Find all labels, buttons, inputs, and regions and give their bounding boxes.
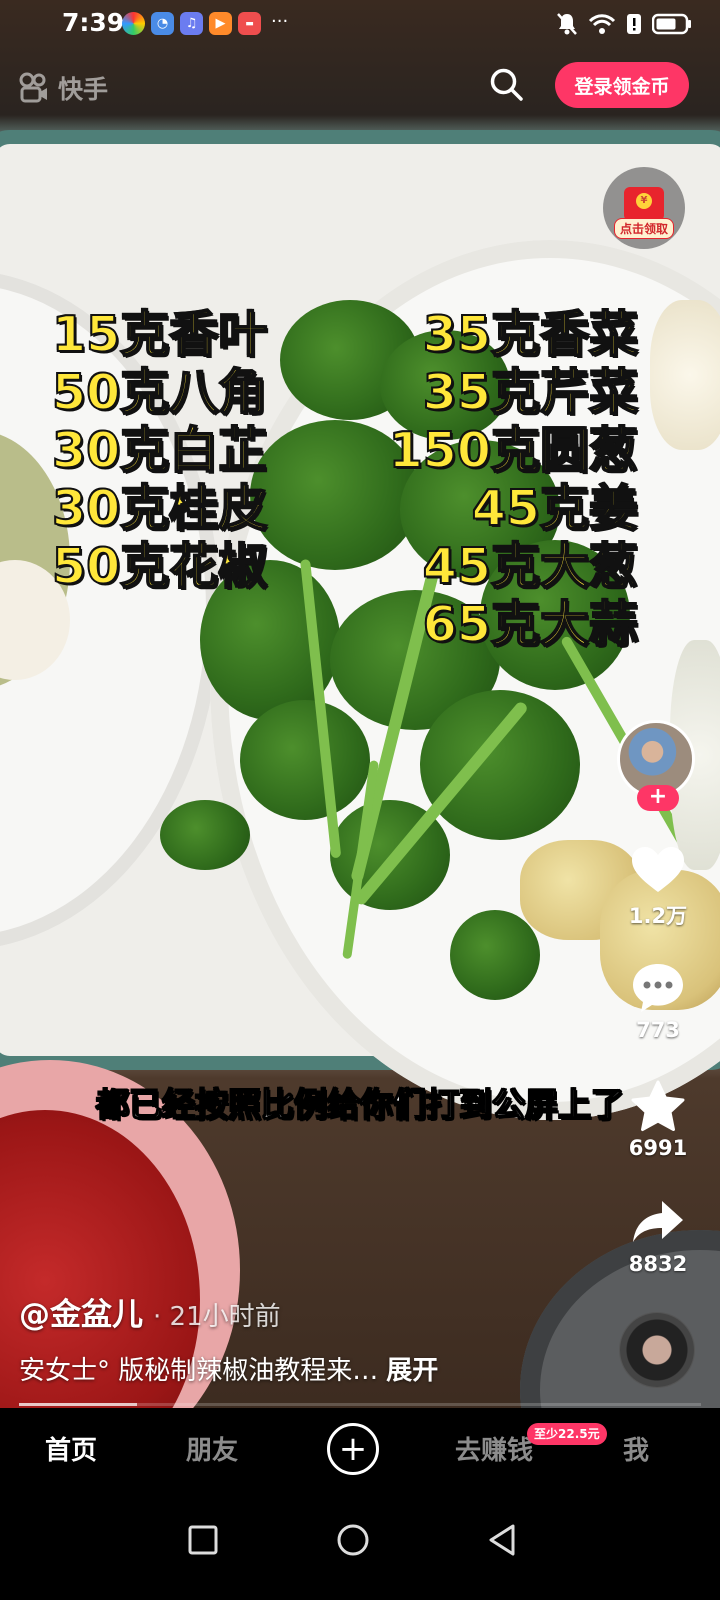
red-envelope-icon: ¥ <box>624 187 664 221</box>
video-caption[interactable]: 安女士° 版秘制辣椒油教程来… 展开 <box>19 1350 438 1387</box>
mute-bell-icon <box>557 13 577 35</box>
recipe-item: 50克花椒 <box>51 537 268 596</box>
tab-me[interactable]: 我 <box>623 1430 649 1467</box>
wifi-icon <box>588 14 616 34</box>
garlic <box>650 300 720 450</box>
app-icon-red: ▬ <box>238 12 261 35</box>
expand-caption-button[interactable]: 展开 <box>386 1356 438 1386</box>
comment-count: 773 <box>636 1018 680 1042</box>
overflow-dots: ··· <box>271 11 289 32</box>
battery-icon <box>652 13 691 35</box>
app-icon-browser: ◔ <box>151 12 174 35</box>
alert-icon <box>627 14 641 34</box>
comment-button[interactable]: 773 <box>620 958 696 1042</box>
video-progress-bar[interactable] <box>19 1403 137 1406</box>
notification-icons: ◔ ♫ ▶ ▬ ··· <box>122 12 288 35</box>
tab-friends[interactable]: 朋友 <box>186 1430 238 1467</box>
recipe-item: 65克大蒜 <box>422 595 639 654</box>
share-arrow-icon <box>633 1201 683 1242</box>
status-bar: 7:39 ◔ ♫ ▶ ▬ ··· <box>0 0 720 50</box>
tab-home[interactable]: 首页 <box>45 1430 97 1467</box>
music-disc-icon[interactable] <box>620 1313 694 1387</box>
earn-badge: 至少22.5元 <box>527 1423 607 1445</box>
tab-earn[interactable]: 去赚钱 <box>455 1430 533 1467</box>
author-name[interactable]: @金盆儿 <box>19 1289 143 1334</box>
share-button[interactable]: 8832 <box>620 1192 696 1276</box>
recipe-item: 45克姜 <box>471 479 639 538</box>
status-time: 7:39 <box>62 8 125 37</box>
app-name: 快手 <box>58 75 109 104</box>
favorite-count: 6991 <box>628 1136 688 1160</box>
home-icon[interactable] <box>333 1520 373 1560</box>
red-packet-widget[interactable]: ¥ 点击领取 <box>603 167 685 249</box>
like-count: 1.2万 <box>628 904 688 928</box>
follow-button[interactable]: + <box>637 785 679 811</box>
kuaishou-logo-icon <box>19 72 47 103</box>
share-count: 8832 <box>628 1252 688 1276</box>
app-icon-video: ▶ <box>209 12 232 35</box>
bottom-tab-bar: 首页 朋友 + 去赚钱 至少22.5元 我 <box>0 1408 720 1490</box>
recipe-list-left: 15克香叶 50克八角 30克白芷 30克桂皮 50克花椒 <box>51 305 268 596</box>
recipe-item: 35克香菜 <box>422 305 639 364</box>
app-logo: 快手 <box>18 70 108 106</box>
system-navigation-bar <box>0 1490 720 1600</box>
heart-icon <box>632 847 684 892</box>
recipe-item: 45克大葱 <box>422 537 639 596</box>
recent-apps-icon[interactable] <box>183 1520 223 1560</box>
back-icon[interactable] <box>483 1520 523 1560</box>
login-earn-coins-button[interactable]: 登录领金币 <box>555 62 689 108</box>
search-icon[interactable] <box>488 66 524 102</box>
recipe-item: 30克桂皮 <box>51 479 268 538</box>
app-icon-music: ♫ <box>180 12 203 35</box>
like-button[interactable]: 1.2万 <box>620 840 696 930</box>
app-icon-colorful <box>122 12 145 35</box>
red-packet-label: 点击领取 <box>613 218 674 239</box>
author-info: @金盆儿 · 21小时前 <box>19 1289 281 1334</box>
favorite-button[interactable]: 6991 <box>620 1076 696 1160</box>
recipe-item: 30克白芷 <box>51 421 268 480</box>
recipe-item: 15克香叶 <box>51 305 268 364</box>
caption-text: 安女士° 版秘制辣椒油教程来… <box>19 1356 379 1386</box>
recipe-item: 150克圆葱 <box>388 421 639 480</box>
comment-icon <box>633 964 683 1012</box>
recipe-item: 35克芹菜 <box>422 363 639 422</box>
create-post-button[interactable]: + <box>327 1423 379 1475</box>
star-icon <box>631 1080 685 1131</box>
post-time: · 21小时前 <box>153 1302 281 1332</box>
recipe-item: 50克八角 <box>51 363 268 422</box>
status-right <box>556 12 692 36</box>
recipe-list-right: 35克香菜 35克芹菜 150克圆葱 45克姜 45克大葱 65克大蒜 <box>388 305 639 654</box>
video-subtitle: 都已经按照比例给你们打到公屏上了 <box>95 1084 625 1125</box>
